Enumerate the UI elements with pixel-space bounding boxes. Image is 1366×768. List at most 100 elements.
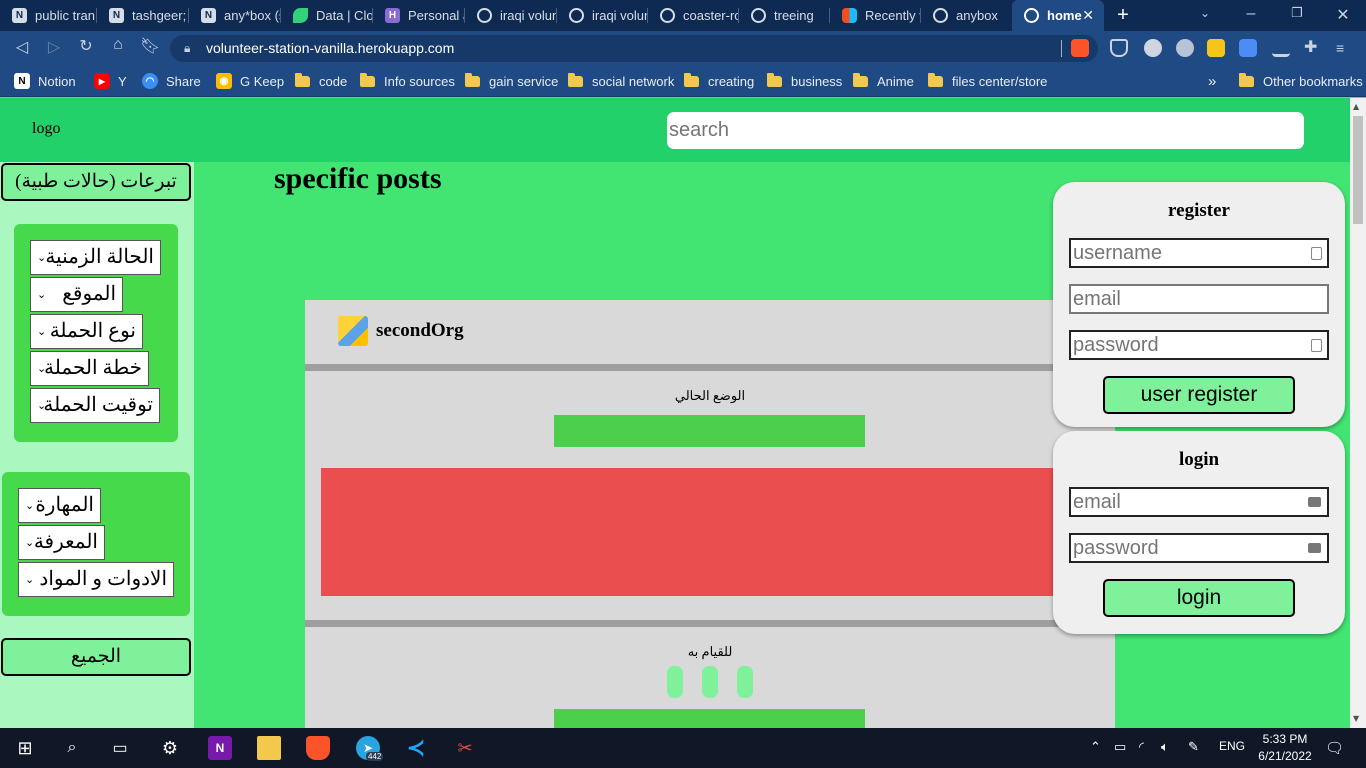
windows-start-icon[interactable]: ⊞ — [13, 736, 37, 760]
medical-donations-button[interactable]: تبرعات (حالات طبية) — [1, 163, 191, 201]
login-email-input[interactable]: email — [1069, 487, 1329, 517]
divider — [305, 364, 1115, 371]
divider — [305, 620, 1115, 627]
onenote-icon[interactable]: N — [208, 736, 232, 760]
search-icon[interactable]: ⌕ — [60, 736, 84, 760]
menu-icon[interactable]: ≡ — [1336, 39, 1354, 57]
heroku-icon: H — [385, 8, 400, 23]
bookmark-folder-code[interactable]: code — [295, 66, 347, 96]
tab-search-icon[interactable]: ⌄ — [1196, 6, 1214, 20]
skill-filters: ⌄ المهارة ⌄ المعرفة ⌄ الادوات و المواد — [2, 472, 190, 616]
campaign-filters: ⌄ الحالة الزمنية ⌄ الموقع ⌄ نوع الحملة ⌄ خطة… — [14, 224, 178, 442]
back-icon[interactable]: ◁ — [12, 37, 32, 57]
notification-icon[interactable]: 🗨︎ — [1325, 739, 1344, 757]
time-status-select[interactable]: ⌄ الحالة الزمنية — [30, 240, 161, 275]
tab-3[interactable]: Data | Clo — [281, 0, 373, 31]
search-input[interactable] — [667, 112, 1304, 149]
tab-2[interactable]: Nany*box (s — [189, 0, 281, 31]
task-view-icon[interactable]: ▭ — [108, 736, 132, 760]
tab-4[interactable]: H Personal a — [373, 0, 465, 31]
knowledge-select[interactable]: ⌄ المعرفة — [18, 525, 105, 560]
maximize-icon[interactable]: ❐ — [1288, 5, 1306, 21]
scroll-down-icon[interactable]: ▼ — [1353, 714, 1359, 723]
extension-icon-2[interactable] — [1176, 39, 1194, 57]
close-window-icon[interactable]: ✕ — [1334, 5, 1352, 25]
address-bar[interactable]: 🔒︎ volunteer-station-vanilla.herokuapp.c… — [170, 35, 1098, 62]
login-card: login email password login — [1053, 431, 1345, 634]
folder-icon — [568, 72, 583, 87]
pen-icon[interactable]: ✎ — [1188, 739, 1199, 755]
scroll-thumb[interactable] — [1353, 116, 1363, 224]
brave-shield-icon[interactable] — [1071, 39, 1089, 57]
bookmark-folder-creating[interactable]: creating — [684, 66, 754, 96]
organization-name[interactable]: secondOrg — [376, 320, 464, 342]
all-button[interactable]: الجميع — [1, 638, 191, 676]
scroll-up-icon[interactable]: ▲ — [1353, 102, 1359, 111]
tab-9[interactable]: Recently v — [830, 0, 921, 31]
bookmark-share[interactable]: ◠ Share — [142, 66, 201, 96]
bookmark-folder-business[interactable]: business — [767, 66, 842, 96]
tab-1[interactable]: Ntashgeer; — [97, 0, 189, 31]
tab-5[interactable]: iraqi volun — [465, 0, 557, 31]
vscode-icon[interactable]: ≺ — [404, 735, 428, 760]
wifi-icon[interactable]: ◜ — [1139, 739, 1144, 755]
battery-icon[interactable]: ▭ — [1114, 739, 1126, 755]
file-explorer-icon[interactable] — [257, 736, 281, 760]
bookmark-keep[interactable]: ◉ G Keep — [216, 66, 284, 96]
keep-icon: ◉ — [216, 73, 232, 89]
puzzle-icon[interactable]: ✚ — [1304, 39, 1322, 57]
telegram-badge: 442 — [366, 752, 384, 761]
campaign-type-select[interactable]: ⌄ نوع الحملة — [30, 314, 143, 349]
location-select[interactable]: ⌄ الموقع — [30, 277, 123, 312]
bookmark-folder-social[interactable]: social network — [568, 66, 674, 96]
close-tab-icon[interactable]: ✕ — [1082, 7, 1094, 24]
translate-icon[interactable] — [1239, 39, 1257, 57]
snipping-tool-icon[interactable]: ✂ — [443, 728, 487, 768]
campaign-timing-select[interactable]: ⌄ توقيت الحملة — [30, 388, 160, 423]
new-tab-icon[interactable]: + — [1112, 4, 1134, 27]
bookmarks-overflow-button[interactable]: » — [1208, 66, 1216, 96]
tools-materials-select[interactable]: ⌄ الادوات و المواد — [18, 562, 174, 597]
chevron-down-icon: ⌄ — [25, 499, 35, 512]
extension-icon-3[interactable] — [1207, 39, 1225, 57]
extension-icon-1[interactable] — [1144, 39, 1162, 57]
bookmark-folder-anime[interactable]: Anime — [853, 66, 914, 96]
forward-icon[interactable]: ▷ — [44, 37, 64, 57]
volume-icon[interactable]: 🔈︎ — [1161, 739, 1169, 755]
globe-icon — [569, 8, 584, 23]
skill-select[interactable]: ⌄ المهارة — [18, 488, 101, 523]
tab-10[interactable]: anybox — [921, 0, 1012, 31]
register-password-input[interactable]: password — [1069, 330, 1329, 360]
page-scrollbar[interactable]: ▲ ▼ — [1350, 98, 1366, 728]
tab-8[interactable]: treeing — [739, 0, 830, 31]
register-username-input[interactable]: username — [1069, 238, 1329, 268]
settings-gear-icon[interactable]: ⚙ — [158, 736, 182, 760]
login-button[interactable]: login — [1103, 579, 1295, 617]
register-email-input[interactable]: email — [1069, 284, 1329, 314]
bookmark-youtube[interactable]: ▶ Y — [94, 66, 127, 96]
language-indicator[interactable]: ENG — [1219, 739, 1245, 753]
shield-extension-icon[interactable] — [1110, 39, 1128, 57]
tab-6[interactable]: iraqi volun — [557, 0, 648, 31]
tab-7[interactable]: coaster-ro — [648, 0, 739, 31]
reload-icon[interactable]: ↻ — [76, 36, 96, 56]
taskbar-clock[interactable]: 5:33 PM 6/21/2022 — [1252, 731, 1318, 765]
login-password-input[interactable]: password — [1069, 533, 1329, 563]
bookmark-folder-info[interactable]: Info sources — [360, 66, 455, 96]
home-icon[interactable]: ⌂ — [108, 36, 128, 54]
tab-0[interactable]: Npublic tran — [0, 0, 97, 31]
tab-11-active[interactable]: home ✕ — [1012, 0, 1104, 31]
bookmark-folder-gain[interactable]: gain service — [465, 66, 558, 96]
bookmark-icon[interactable]: 🔖︎ — [140, 36, 160, 56]
brave-browser-icon[interactable] — [306, 736, 330, 760]
bookmark-notion[interactable]: N Notion — [14, 66, 76, 96]
user-register-button[interactable]: user register — [1103, 376, 1295, 414]
globe-icon — [477, 8, 492, 23]
campaign-plan-select[interactable]: ⌄ خطة الحملة — [30, 351, 149, 386]
minimize-icon[interactable]: – — [1242, 5, 1260, 23]
contact-card-icon — [1311, 247, 1322, 260]
pen-extension-icon[interactable] — [1272, 39, 1290, 57]
bookmark-folder-files[interactable]: files center/store — [928, 66, 1047, 96]
other-bookmarks[interactable]: Other bookmarks — [1239, 66, 1363, 96]
chevron-up-icon[interactable]: ⌃ — [1090, 739, 1101, 755]
